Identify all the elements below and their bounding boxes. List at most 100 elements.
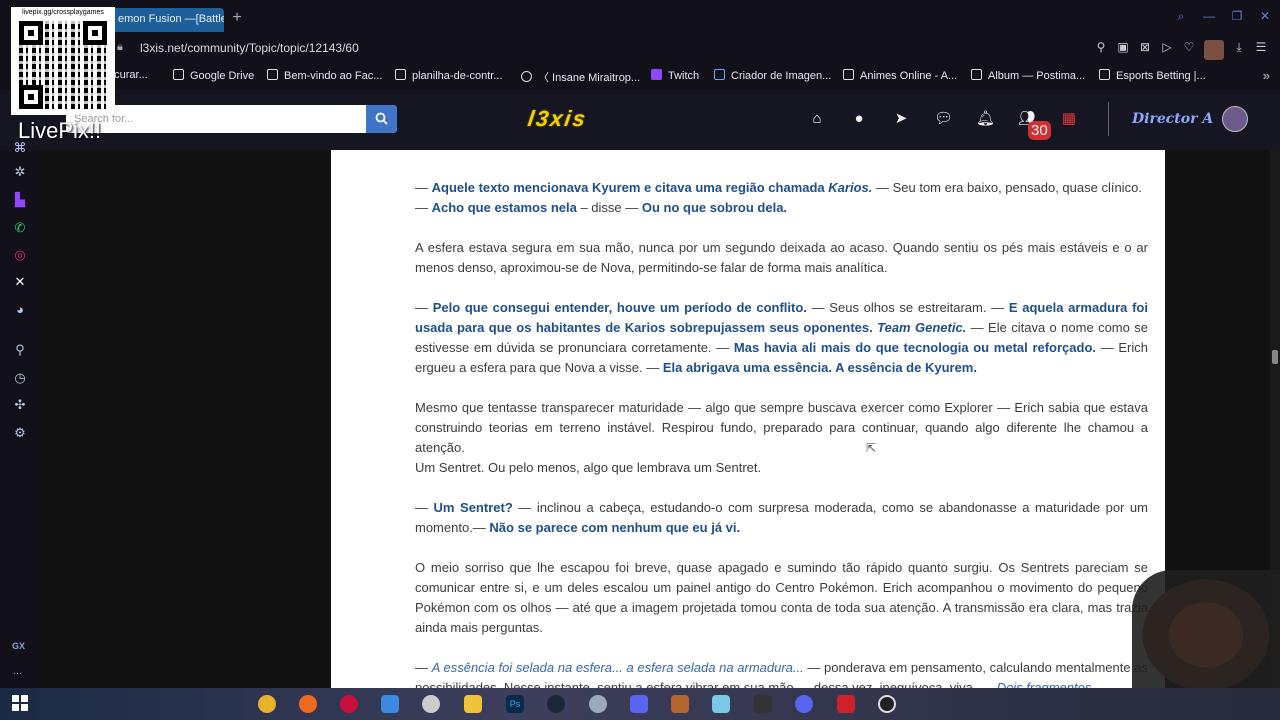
editor-icon[interactable] [754, 695, 772, 713]
app-icon[interactable] [381, 695, 399, 713]
bookmarks-more-button[interactable]: » [1263, 68, 1270, 83]
site-search-button[interactable] [366, 105, 397, 133]
site-icon [521, 71, 532, 82]
site-logo[interactable]: l3xis [526, 106, 664, 132]
bookmark-label: planilha-de-contr... [412, 70, 503, 82]
bookmark-item[interactable]: Google Drive [173, 69, 254, 82]
opera-gx-icon[interactable] [340, 695, 358, 713]
paragraph: O meio sorriso que lhe escapou foi breve… [415, 560, 1148, 635]
download-icon[interactable]: ⤓ [1232, 40, 1246, 56]
user-icon[interactable]: ● [850, 110, 868, 128]
twitch-icon [651, 69, 662, 80]
webcam-overlay [1132, 570, 1280, 688]
pin-icon[interactable]: ⚲ [12, 342, 28, 358]
browser-sidebar: ⌘ ✲ ▙ ✆ ◎ ✕ ◕ ⚲ ◷ ✣ ⚙ GX ... [0, 140, 40, 688]
bookmark-label: Google Drive [190, 70, 255, 82]
text-span: — Seu tom era baixo, pensado, quase clín… [872, 180, 1142, 195]
bookmark-item[interactable]: 〈 Insane Miraitrop... [521, 69, 640, 85]
new-tab-button[interactable]: + [228, 9, 246, 27]
steam-icon[interactable] [547, 695, 565, 713]
chrome-icon[interactable] [258, 695, 276, 713]
browser-tab-active[interactable]: emon Fusion —[Battle [100, 8, 224, 32]
text-span: — [415, 660, 432, 675]
send-icon[interactable]: ➤ [892, 110, 910, 128]
whatsapp-icon[interactable]: ✆ [12, 220, 28, 236]
bookmark-item[interactable]: Bem-vindo ao Fac... [267, 69, 382, 82]
scrollbar-thumb[interactable] [1272, 350, 1278, 364]
folder-icon[interactable] [464, 695, 482, 713]
pin-icon[interactable]: ⚲ [1094, 40, 1108, 56]
search-icon[interactable]: ⌕ [1174, 9, 1188, 23]
shield-icon[interactable]: ⊠ [1138, 40, 1152, 56]
shop-icon[interactable]: ▦ [1060, 110, 1078, 128]
avatar[interactable] [1222, 106, 1248, 132]
address-bar-actions: ⚲ ▣ ⊠ ▷ ♡ ⤓ ☰ [1094, 40, 1268, 60]
chatgpt-icon[interactable]: ✲ [12, 164, 28, 180]
discord-icon[interactable] [795, 695, 813, 713]
thought-text: A essência foi selada na esfera... a esf… [431, 660, 804, 675]
search-icon [714, 69, 725, 80]
screenshot-icon[interactable]: ▣ [1116, 40, 1130, 56]
bookmark-item[interactable]: Animes Online - A... [843, 69, 957, 82]
qr-code-overlay: livepix.gg/crossplaygames [11, 7, 115, 115]
dialogue-text: Team Genetic. [877, 320, 967, 335]
x-icon[interactable]: ✕ [12, 274, 28, 290]
bookmarks-bar: ocurar... Google Drive Bem-vindo ao Fac.… [0, 62, 1280, 90]
username-link[interactable]: Director A [1132, 111, 1213, 127]
history-icon[interactable]: ◷ [12, 370, 28, 386]
instagram-icon[interactable]: ◎ [12, 247, 28, 263]
restore-icon[interactable]: ❐ [1230, 9, 1244, 23]
bookmark-item[interactable]: Criador de Imagen... [714, 69, 831, 82]
play-icon[interactable]: ▷ [1160, 40, 1174, 56]
app-icon[interactable] [422, 695, 440, 713]
mouse-cursor-icon: ⇱ [866, 441, 877, 455]
gx-label: GX [12, 641, 26, 651]
article-content: . — Aquele texto mencionava Kyurem e cit… [331, 150, 1165, 688]
bookmark-label: Bem-vindo ao Fac... [284, 70, 383, 82]
profile-avatar-icon[interactable] [1204, 40, 1224, 60]
bookmark-item[interactable]: Esports Betting |... [1099, 69, 1206, 82]
obs-icon[interactable] [878, 695, 896, 713]
bookmark-label: Criador de Imagen... [731, 70, 832, 82]
app-icon[interactable] [712, 695, 730, 713]
page-icon [395, 69, 406, 80]
address-bar: 🔒︎ l3xis.net/community/Topic/topic/12143… [0, 36, 1280, 62]
dialogue-text: Ela abrigava uma essência. A essência de… [662, 360, 977, 375]
app-icon[interactable] [671, 695, 689, 713]
text-span: — [415, 300, 433, 315]
sidebar-more-icon[interactable]: ... [13, 665, 22, 677]
bookmark-label: Twitch [668, 70, 700, 82]
page-icon [1099, 69, 1110, 80]
lock-icon[interactable]: 🔒︎ [117, 41, 123, 54]
discord-icon[interactable]: ◕ [12, 302, 28, 318]
bell-icon[interactable]: 🔔︎ [976, 110, 995, 128]
heart-icon[interactable]: ♡ [1182, 40, 1196, 56]
bookmark-label: 〈 Insane Miraitrop... [538, 72, 641, 84]
qr-finder [19, 21, 43, 45]
sidebar-icon[interactable]: ⌘ [12, 140, 28, 156]
bookmark-item[interactable]: planilha-de-contr... [395, 69, 503, 82]
app-icon[interactable] [837, 695, 855, 713]
dialogue-text: Karios. [828, 180, 873, 195]
menu-icon[interactable]: ☰ [1254, 40, 1268, 56]
chat-icon[interactable]: 💬︎ [934, 110, 953, 128]
twitch-icon[interactable]: ▙ [12, 192, 28, 208]
close-icon[interactable]: ✕ [1258, 9, 1272, 23]
photoshop-icon[interactable]: Ps [506, 695, 524, 713]
paragraph: Mesmo que tentasse transparecer maturida… [415, 398, 1148, 458]
url-field[interactable]: l3xis.net/community/Topic/topic/12143/60 [140, 41, 359, 55]
friends-icon[interactable]: 👥︎30 [1018, 110, 1051, 140]
bookmark-item[interactable]: Album — Postima... [971, 69, 1085, 82]
paragraph: A esfera estava segura em sua mão, nunca… [415, 240, 1148, 275]
qr-finder [83, 21, 107, 45]
game-icon[interactable] [630, 695, 648, 713]
dialogue-text: Não se parece com nenhum que eu já vi. [489, 520, 741, 535]
windows-start-icon[interactable] [12, 695, 30, 713]
minimize-icon[interactable]: — [1202, 9, 1216, 23]
settings-icon[interactable]: ⚙ [12, 425, 28, 441]
home-icon[interactable]: ⌂ [808, 110, 826, 128]
bookmark-item[interactable]: Twitch [651, 69, 699, 82]
firefox-icon[interactable] [299, 695, 317, 713]
extensions-icon[interactable]: ✣ [12, 397, 28, 413]
app-icon[interactable] [589, 695, 607, 713]
